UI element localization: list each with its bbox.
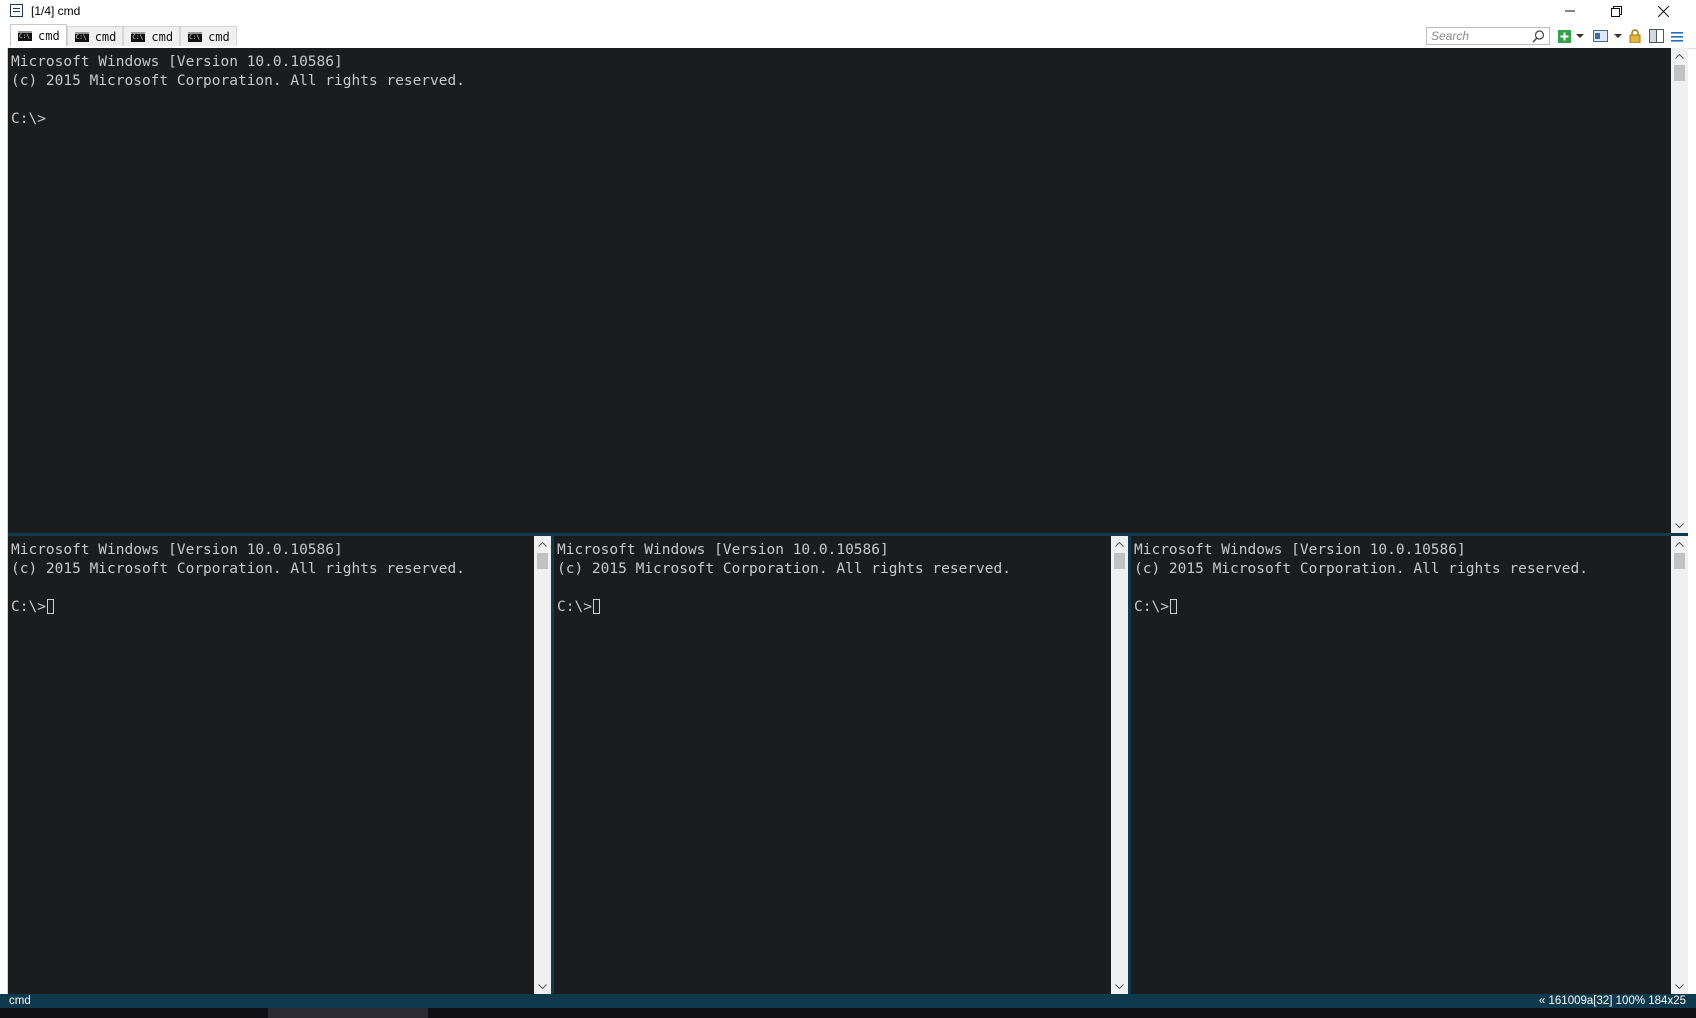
console-output: Microsoft Windows [Version 10.0.10586] (… <box>1134 541 1588 617</box>
console-prompt: C:\> <box>11 111 46 127</box>
console-pane-top[interactable]: Microsoft Windows [Version 10.0.10586] (… <box>8 48 1671 533</box>
taskbar-strip <box>0 1008 1696 1018</box>
minimize-icon <box>1565 10 1575 12</box>
search-box <box>1426 27 1550 45</box>
console-pane-bottom-left[interactable]: Microsoft Windows [Version 10.0.10586] (… <box>8 536 534 994</box>
tab-label: cmd <box>208 29 230 44</box>
new-console-icon[interactable] <box>1557 28 1571 44</box>
tab-toolbar: cmd cmd cmd cmd <box>0 24 1696 49</box>
tab-label: cmd <box>151 29 174 44</box>
tab-label: cmd <box>94 29 117 44</box>
console-line: (c) 2015 Microsoft Corporation. All righ… <box>11 561 465 577</box>
scrollbar-bottom-right[interactable] <box>1671 536 1688 994</box>
tab-console-4[interactable]: cmd <box>180 26 237 46</box>
console-pane-bottom-middle[interactable]: Microsoft Windows [Version 10.0.10586] (… <box>554 536 1111 994</box>
lock-icon[interactable] <box>1628 28 1642 44</box>
console-line: Microsoft Windows [Version 10.0.10586] <box>1134 542 1466 558</box>
scroll-down-icon[interactable] <box>1111 978 1128 994</box>
console-line: (c) 2015 Microsoft Corporation. All righ… <box>1134 561 1588 577</box>
scroll-thumb[interactable] <box>1674 65 1685 81</box>
split-view-icon[interactable] <box>1648 28 1664 44</box>
search-icon[interactable] <box>1532 30 1545 43</box>
dropdown-arrow-icon[interactable] <box>1575 28 1585 44</box>
console-prompt: C:\> <box>557 599 592 615</box>
scroll-up-icon[interactable] <box>1671 48 1688 64</box>
scroll-thumb[interactable] <box>537 553 548 569</box>
text-cursor <box>592 599 600 614</box>
scroll-down-icon[interactable] <box>1671 517 1688 533</box>
cmd-icon <box>74 31 89 42</box>
text-cursor <box>46 599 54 614</box>
taskbar-active-item[interactable] <box>268 1008 428 1018</box>
text-cursor <box>1169 599 1177 614</box>
tab-strip: cmd cmd cmd cmd <box>10 24 237 46</box>
scrollbar-top[interactable] <box>1671 48 1688 533</box>
scroll-down-icon[interactable] <box>1671 978 1688 994</box>
cmd-icon <box>131 31 146 42</box>
console-output: Microsoft Windows [Version 10.0.10586] (… <box>557 541 1011 617</box>
scroll-up-icon[interactable] <box>1111 536 1128 552</box>
scrollbar-bottom-left[interactable] <box>534 536 551 994</box>
scroll-up-icon[interactable] <box>1671 536 1688 552</box>
status-bar: cmd « 161009a[32] 100% 184x25 <box>0 994 1696 1008</box>
restore-icon <box>1610 5 1622 17</box>
console-line: Microsoft Windows [Version 10.0.10586] <box>11 542 343 558</box>
minimize-button[interactable] <box>1547 0 1593 22</box>
title-bar: [1/4] cmd <box>0 0 1696 24</box>
tab-console-1[interactable]: cmd <box>10 24 67 46</box>
restore-button[interactable] <box>1593 0 1639 22</box>
status-console-name[interactable]: cmd <box>9 994 31 1008</box>
close-icon <box>1657 5 1669 17</box>
cmd-icon <box>18 30 32 41</box>
tab-console-2[interactable]: cmd <box>66 26 124 46</box>
menu-icon[interactable] <box>1670 28 1684 44</box>
console-prompt: C:\> <box>1134 599 1169 615</box>
console-line: Microsoft Windows [Version 10.0.10586] <box>557 542 889 558</box>
console-output: Microsoft Windows [Version 10.0.10586] (… <box>11 541 465 617</box>
scroll-thumb[interactable] <box>1114 553 1125 569</box>
close-button[interactable] <box>1640 0 1686 22</box>
console-line: (c) 2015 Microsoft Corporation. All righ… <box>11 73 465 89</box>
console-output: Microsoft Windows [Version 10.0.10586] (… <box>11 53 465 129</box>
search-input[interactable] <box>1431 28 1527 44</box>
scrollbar-bottom-middle[interactable] <box>1111 536 1128 994</box>
layout-icon[interactable] <box>1592 28 1608 44</box>
tab-console-3[interactable]: cmd <box>123 26 181 46</box>
tab-label: cmd <box>38 28 60 43</box>
window-left-frame <box>0 48 8 994</box>
scroll-down-icon[interactable] <box>534 978 551 994</box>
console-line: Microsoft Windows [Version 10.0.10586] <box>11 54 343 70</box>
console-pane-bottom-right[interactable]: Microsoft Windows [Version 10.0.10586] (… <box>1131 536 1671 994</box>
scroll-up-icon[interactable] <box>534 536 551 552</box>
conemu-app-icon[interactable] <box>10 4 23 17</box>
status-info[interactable]: « 161009a[32] 100% 184x25 <box>1539 994 1686 1008</box>
console-prompt: C:\> <box>11 599 46 615</box>
scroll-thumb[interactable] <box>1674 553 1685 569</box>
console-line: (c) 2015 Microsoft Corporation. All righ… <box>557 561 1011 577</box>
cmd-icon <box>188 31 203 42</box>
window-title: [1/4] cmd <box>31 4 81 18</box>
dropdown-arrow-icon[interactable] <box>1613 28 1623 44</box>
